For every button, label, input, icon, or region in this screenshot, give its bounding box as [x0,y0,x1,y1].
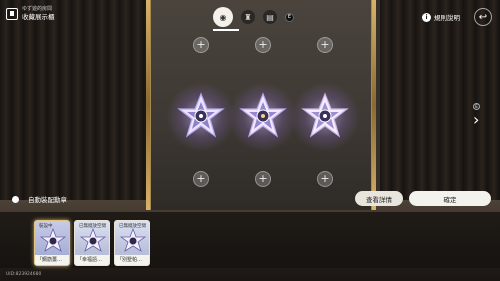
badge-card[interactable]: 裝設中 「鋼筋薑… [34,220,70,266]
player-uid: UID:823924680 [6,272,42,277]
card-name: 「幸福語… [75,255,109,265]
empty-slot-add-button[interactable]: + [193,171,209,187]
room-name: ゆず遊的房間 [22,6,53,12]
toggle-dot-icon [12,195,19,203]
empty-slot-add-button[interactable]: + [317,171,333,187]
tab-hotkey-badge: E [285,12,294,22]
exit-icon[interactable] [6,7,18,20]
badge-star-icon [239,92,287,138]
back-icon[interactable]: ↩ [474,8,492,26]
auto-equip-label: 自動裝配勳章 [28,196,67,204]
badge-star-icon [301,92,349,138]
cabinet-trim-left [146,0,150,210]
displayed-badge-3[interactable] [290,82,360,152]
displayed-badge-2[interactable] [228,82,298,152]
badge-star-icon [80,228,106,252]
displayed-badge-1[interactable] [166,82,236,152]
card-name: 「別墅帕… [115,255,149,265]
rules-label: 規則說明 [434,14,460,22]
info-icon: i [422,12,431,22]
page-title: 收藏展示櫃 [22,13,55,21]
chevron-right-icon[interactable]: › [473,110,479,129]
page-header: ゆず遊的房間 收藏展示櫃 [6,6,55,21]
empty-slot-add-button[interactable]: + [255,37,271,53]
rules-button[interactable]: i 規則說明 [422,12,460,22]
card-name: 「鋼筋薑… [35,255,69,265]
empty-slot-add-button[interactable]: + [193,37,209,53]
active-tab-indicator [213,29,239,31]
empty-slot-add-button[interactable]: + [317,37,333,53]
badge-star-icon [40,228,66,252]
badge-card[interactable]: 已無擺放空間 「幸福語… [74,220,110,266]
badge-card[interactable]: 已無擺放空間 「別墅帕… [114,220,150,266]
tab-badge-icon[interactable]: ◉ [213,7,233,27]
badge-star-icon [120,228,146,252]
auto-equip-toggle[interactable]: 自動裝配勳章 [12,194,67,204]
empty-slot-add-button[interactable]: + [255,171,271,187]
cabinet-trim-right [372,0,376,210]
next-hotkey-badge: E [473,103,480,110]
category-tabs: ◉ ♜ ▤ E [213,7,294,27]
tab-card-icon[interactable]: ▤ [263,10,277,24]
view-details-button[interactable]: 查看詳情 [355,191,403,206]
tab-figure-icon[interactable]: ♜ [241,10,255,24]
confirm-button[interactable]: 確定 [409,191,491,206]
badge-star-icon [177,92,225,138]
